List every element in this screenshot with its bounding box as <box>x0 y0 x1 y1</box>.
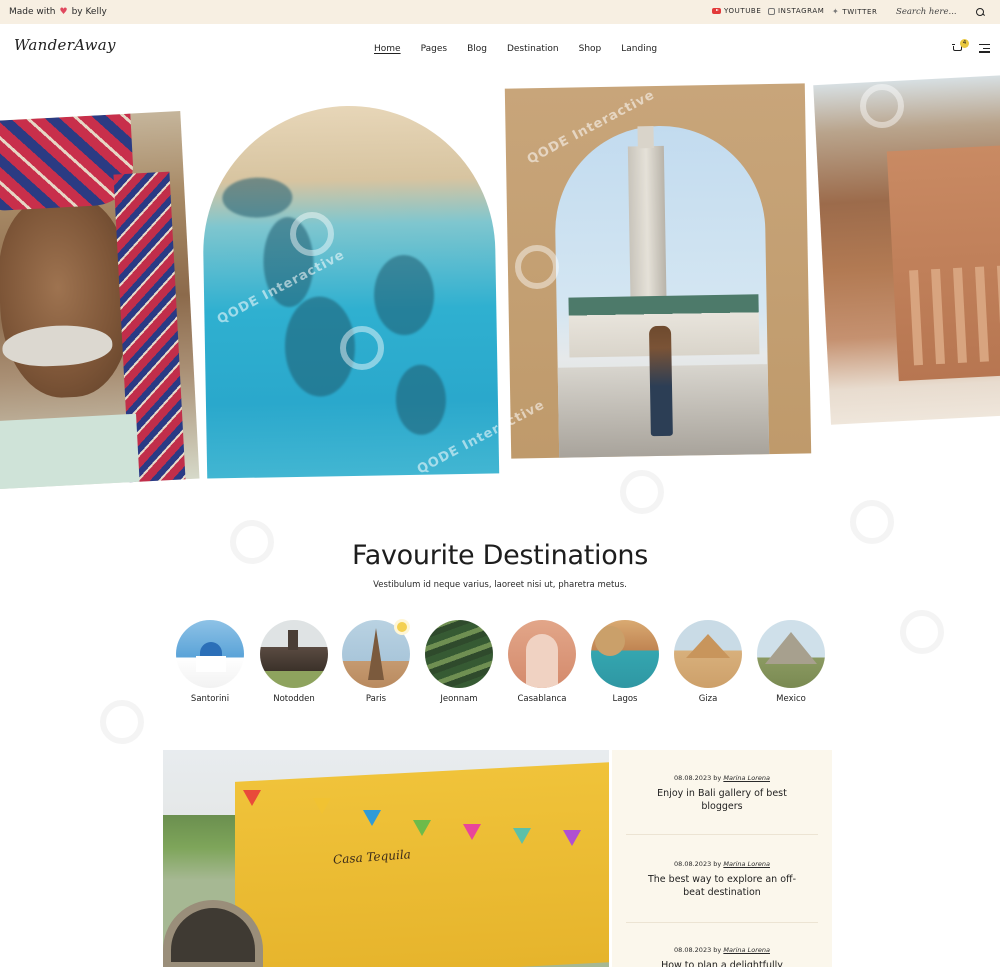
post-divider <box>626 922 818 923</box>
hero-gallery <box>0 75 1000 500</box>
recent-posts-panel: 08.08.2023 by Marina Lorena Enjoy in Bal… <box>612 750 832 967</box>
section-title: Favourite Destinations <box>352 540 648 571</box>
destinations-list: Santorini Notodden Paris Jeonnam Casabla… <box>176 619 836 710</box>
watermark-logo <box>900 610 944 654</box>
search-input[interactable] <box>886 7 976 17</box>
main-menu: Home Pages Blog Destination Shop Landing <box>374 44 677 54</box>
menu-item-shop[interactable]: Shop <box>579 44 602 54</box>
post-by: by <box>713 774 722 782</box>
made-with-suffix: by Kelly <box>71 7 107 17</box>
destination-label: Paris <box>365 694 387 704</box>
featured-post-image[interactable]: Casa Tequila <box>163 750 609 967</box>
youtube-link[interactable]: YOUTUBE <box>712 7 761 15</box>
destination-label: Jeonnam <box>440 694 478 704</box>
watermark-logo <box>850 500 894 544</box>
post-author[interactable]: Marina Lorena <box>723 774 770 782</box>
post-date: 08.08.2023 <box>674 774 712 782</box>
post-item[interactable]: 08.08.2023 by Marina Lorena Enjoy in Bal… <box>612 774 832 813</box>
header-search <box>886 3 996 21</box>
post-item[interactable]: 08.08.2023 by Marina Lorena The best way… <box>612 860 832 899</box>
section-subtitle: Vestibulum id neque varius, laoreet nisi… <box>373 580 627 590</box>
made-with-prefix: Made with <box>9 7 56 17</box>
destination-label: Santorini <box>190 694 230 704</box>
post-date: 08.08.2023 <box>674 946 712 954</box>
youtube-label: YOUTUBE <box>724 7 762 15</box>
menu-item-destination[interactable]: Destination <box>507 44 559 54</box>
destination-jeonnam[interactable]: Jeonnam <box>425 620 493 704</box>
destination-image <box>425 620 493 688</box>
featured-badge <box>394 619 410 635</box>
destination-image <box>176 620 244 688</box>
hero-photo-turquoise-sea[interactable] <box>200 103 500 479</box>
post-author[interactable]: Marina Lorena <box>723 860 770 868</box>
site-logo[interactable]: WanderAway <box>14 36 116 54</box>
hero-photo-casablanca-mosque[interactable] <box>504 83 812 459</box>
post-title[interactable]: Enjoy in Bali gallery of best bloggers <box>612 787 832 813</box>
post-author[interactable]: Marina Lorena <box>723 946 770 954</box>
menu-item-landing[interactable]: Landing <box>621 44 657 54</box>
destination-image <box>508 620 576 688</box>
destination-image <box>591 620 659 688</box>
heart-icon: ♥ <box>59 7 68 17</box>
destination-notodden[interactable]: Notodden <box>260 620 328 704</box>
destination-lagos[interactable]: Lagos <box>591 620 659 704</box>
destination-label: Mexico <box>776 694 806 704</box>
destination-paris[interactable]: Paris <box>342 619 410 704</box>
post-item[interactable]: 08.08.2023 by Marina Lorena How to plan … <box>612 946 832 967</box>
cart-button[interactable]: 4 <box>952 39 969 55</box>
twitter-label: TWITTER <box>842 7 878 16</box>
menu-item-home[interactable]: Home <box>374 44 401 54</box>
hero-photo-petra[interactable] <box>813 75 1000 425</box>
post-meta: 08.08.2023 by Marina Lorena <box>612 774 832 782</box>
menu-item-pages[interactable]: Pages <box>421 44 447 54</box>
destination-giza[interactable]: Giza <box>674 620 742 704</box>
instagram-label: INSTAGRAM <box>778 7 825 15</box>
post-date: 08.08.2023 <box>674 860 712 868</box>
post-meta: 08.08.2023 by Marina Lorena <box>612 946 832 954</box>
menu-item-blog[interactable]: Blog <box>467 44 487 54</box>
post-divider <box>626 834 818 835</box>
hero-photo-old-man[interactable] <box>0 111 200 489</box>
hamburger-menu-icon[interactable] <box>979 44 990 54</box>
watermark-logo <box>100 700 144 744</box>
destination-casablanca[interactable]: Casablanca <box>508 620 576 704</box>
post-title[interactable]: How to plan a delightfully <box>612 959 832 967</box>
post-by: by <box>713 860 722 868</box>
destination-image <box>757 620 825 688</box>
destination-image <box>674 620 742 688</box>
destination-image <box>260 620 328 688</box>
search-icon[interactable] <box>976 7 985 17</box>
instagram-icon <box>768 7 775 15</box>
twitter-link[interactable]: ✦ TWITTER <box>832 7 878 16</box>
destination-santorini[interactable]: Santorini <box>176 620 244 704</box>
instagram-link[interactable]: INSTAGRAM <box>768 7 824 15</box>
post-by: by <box>713 946 722 954</box>
top-bar: Made with ♥ by Kelly YOUTUBE INSTAGRAM ✦… <box>0 0 1000 24</box>
made-with-credit: Made with ♥ by Kelly <box>9 7 107 17</box>
youtube-icon <box>712 8 721 14</box>
post-meta: 08.08.2023 by Marina Lorena <box>612 860 832 868</box>
destination-mexico[interactable]: Mexico <box>757 620 825 704</box>
destination-label: Giza <box>698 694 718 704</box>
destination-label: Notodden <box>273 694 315 704</box>
twitter-icon: ✦ <box>832 7 840 16</box>
post-title[interactable]: The best way to explore an off-beat dest… <box>612 873 832 899</box>
main-navigation: WanderAway Home Pages Blog Destination S… <box>0 24 1000 80</box>
destination-label: Lagos <box>612 694 638 704</box>
cart-count-badge: 4 <box>960 39 969 48</box>
destination-label: Casablanca <box>517 694 567 704</box>
